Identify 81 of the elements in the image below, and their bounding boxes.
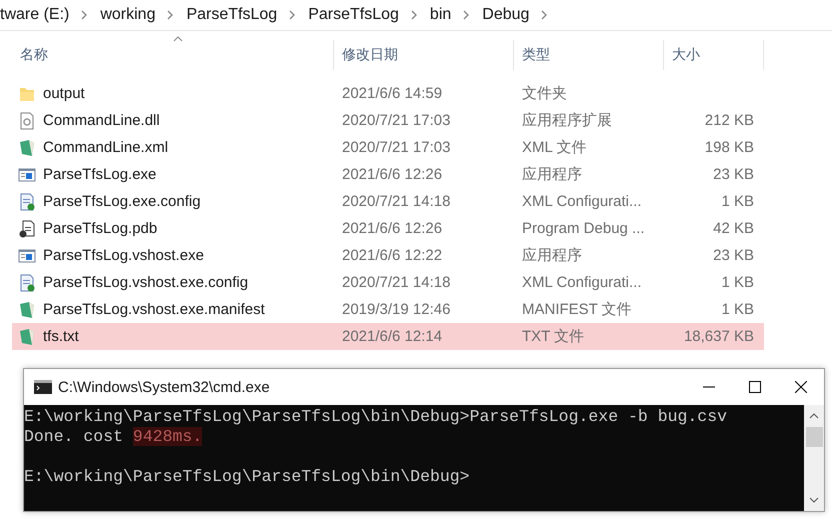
file-row[interactable]: CommandLine.xml 2020/7/21 17:03 XML 文件 198 KB: [12, 134, 764, 161]
modified-date: 2019/3/19 12:46: [342, 301, 450, 318]
console-text: E:\working\ParseTfsLog\ParseTfsLog\bin\Debug>: [24, 467, 470, 486]
chevron-icon: [81, 10, 88, 20]
file-name: CommandLine.dll: [43, 112, 160, 129]
file-size: 23 KB: [713, 166, 754, 183]
file-row[interactable]: ParseTfsLog.exe 2021/6/6 12:26 应用程序 23 KB: [12, 161, 764, 188]
scroll-down-icon[interactable]: [809, 497, 819, 503]
breadcrumb-item[interactable]: ParseTfsLog: [186, 6, 278, 24]
file-type: XML 文件: [522, 139, 586, 156]
file-row[interactable]: tfs.txt 2021/6/6 12:14 TXT 文件 18,637 KB: [12, 323, 764, 350]
file-row[interactable]: output 2021/6/6 14:59 文件夹: [12, 80, 764, 107]
console-icon: [34, 380, 52, 394]
file-size: 198 KB: [704, 139, 754, 156]
file-name: ParseTfsLog.exe.config: [43, 193, 201, 210]
document-icon: [17, 300, 37, 320]
maximize-icon: [749, 381, 761, 393]
breadcrumb-item[interactable]: tware (E:): [0, 6, 70, 24]
chevron-icon: [167, 10, 174, 20]
file-type: 应用程序扩展: [522, 112, 612, 129]
column-header[interactable]: 修改日期: [334, 40, 514, 70]
file-name: ParseTfsLog.vshost.exe.config: [43, 274, 248, 291]
chevron-icon: [463, 10, 470, 20]
document-icon: [17, 326, 37, 346]
file-size: 1 KB: [721, 193, 754, 210]
breadcrumb-item[interactable]: working: [100, 6, 156, 24]
modified-date: 2021/6/6 12:26: [342, 166, 442, 183]
column-header[interactable]: 类型: [514, 40, 664, 70]
console-text: E:\working\ParseTfsLog\ParseTfsLog\bin\Debug>ParseTfsLog.exe -b bug.csv: [24, 407, 728, 426]
breadcrumb-item[interactable]: bin: [430, 6, 452, 24]
breadcrumb-item[interactable]: ParseTfsLog: [308, 6, 399, 24]
close-icon: [795, 381, 807, 393]
file-size: 42 KB: [713, 220, 754, 237]
column-header[interactable]: 名称: [12, 40, 334, 70]
file-type: XML Configurati...: [522, 274, 642, 291]
modified-date: 2021/6/6 14:59: [342, 85, 442, 102]
modified-date: 2021/6/6 12:26: [342, 220, 442, 237]
file-icon: [17, 218, 37, 238]
scroll-up-icon[interactable]: [809, 413, 819, 419]
file-type: MANIFEST 文件: [522, 301, 632, 318]
modified-date: 2021/6/6 12:14: [342, 328, 442, 345]
file-size: 1 KB: [721, 301, 754, 318]
file-row[interactable]: ParseTfsLog.vshost.exe.config 2020/7/21 14:18 XML Configurati... 1 KB: [12, 269, 764, 296]
modified-date: 2020/7/21 14:18: [342, 193, 450, 210]
window-title: C:\Windows\System32\cmd.exe: [58, 378, 271, 396]
file-row[interactable]: ParseTfsLog.vshost.exe.manifest 2019/3/19 12:46 MANIFEST 文件 1 KB: [12, 296, 764, 323]
file-type: XML Configurati...: [522, 193, 642, 210]
file-type: 文件夹: [522, 85, 567, 102]
column-header[interactable]: 大小: [664, 40, 764, 70]
modified-date: 2020/7/21 14:18: [342, 274, 450, 291]
scrollbar[interactable]: [804, 405, 824, 511]
console-text: 9428ms.: [132, 427, 202, 446]
file-size: 18,637 KB: [684, 328, 754, 345]
file-name: CommandLine.xml: [43, 139, 168, 156]
file-size: 23 KB: [713, 247, 754, 264]
file-row[interactable]: CommandLine.dll 2020/7/21 17:03 应用程序扩展 212 KB: [12, 107, 764, 134]
file-type: 应用程序: [522, 247, 582, 264]
file-row[interactable]: ParseTfsLog.pdb 2021/6/6 12:26 Program Debug ... 42 KB: [12, 215, 764, 242]
file-type: Program Debug ...: [522, 220, 645, 237]
file-name: ParseTfsLog.pdb: [43, 220, 158, 237]
file-name: output: [43, 85, 85, 102]
file-name: ParseTfsLog.vshost.exe.manifest: [43, 301, 265, 318]
file-row[interactable]: ParseTfsLog.vshost.exe 2021/6/6 12:22 应用程序 23 KB: [12, 242, 764, 269]
document-icon: [17, 138, 37, 158]
console-text: Done. cost: [24, 427, 124, 446]
modified-date: 2021/6/6 12:22: [342, 247, 442, 264]
file-row[interactable]: ParseTfsLog.exe.config 2020/7/21 14:18 XML Configurati... 1 KB: [12, 188, 764, 215]
modified-date: 2020/7/21 17:03: [342, 112, 450, 129]
file-size: 212 KB: [704, 112, 754, 129]
chevron-icon: [289, 10, 296, 20]
file-size: 1 KB: [721, 274, 754, 291]
scrollbar-thumb[interactable]: [806, 427, 822, 447]
file-name: ParseTfsLog.vshost.exe: [43, 247, 204, 264]
file-name: tfs.txt: [43, 328, 79, 345]
breadcrumb-item[interactable]: Debug: [482, 6, 530, 24]
file-type: 应用程序: [522, 166, 582, 183]
chevron-icon: [410, 10, 418, 20]
file-type: TXT 文件: [522, 328, 584, 345]
modified-date: 2020/7/21 17:03: [342, 139, 450, 156]
file-name: ParseTfsLog.exe: [43, 166, 156, 183]
chevron-icon: [541, 10, 548, 20]
